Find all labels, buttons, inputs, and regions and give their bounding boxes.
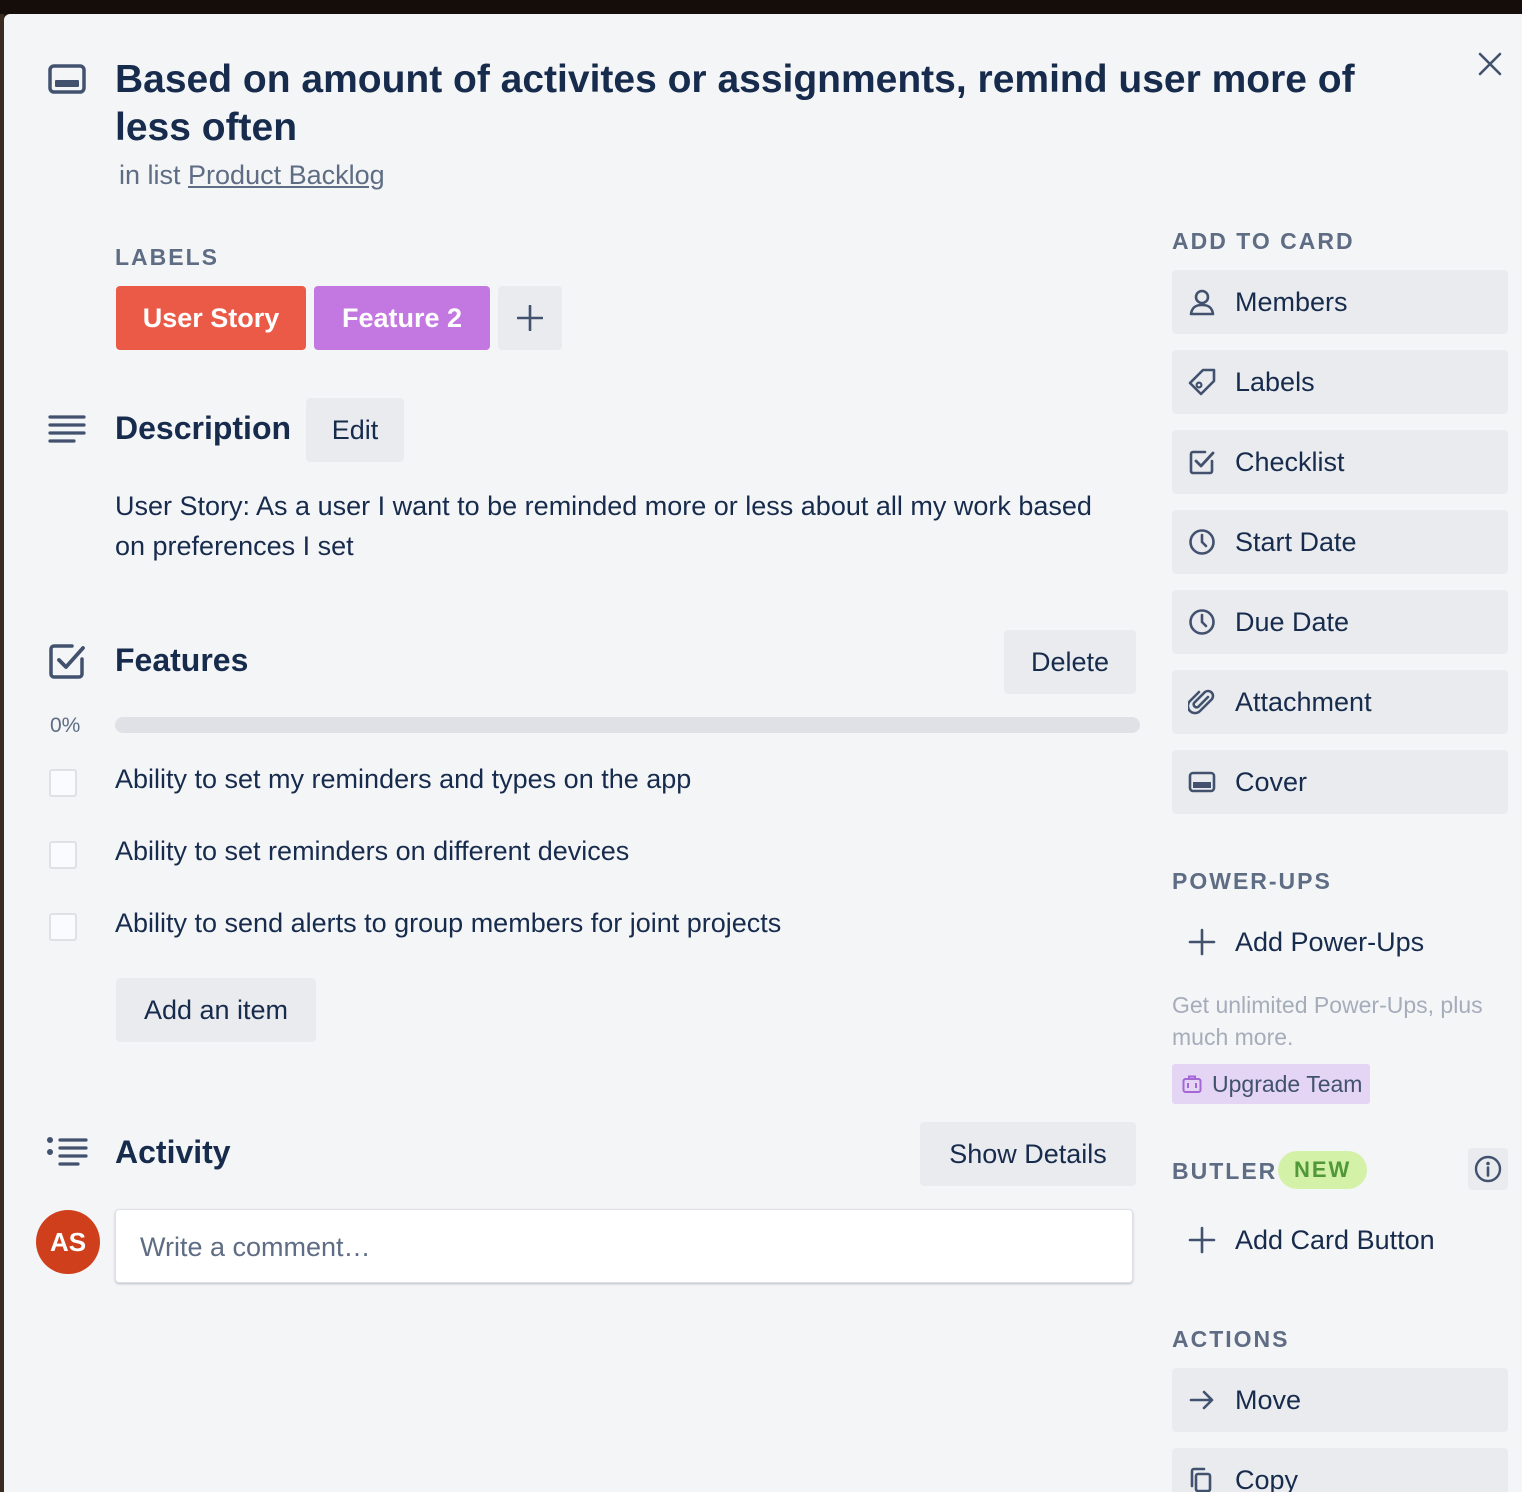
attachment-label: Attachment bbox=[1235, 687, 1372, 717]
list-breadcrumb: in list Product Backlog bbox=[119, 160, 385, 191]
tag-icon bbox=[1188, 368, 1216, 396]
list-link[interactable]: Product Backlog bbox=[188, 160, 385, 190]
checklist-button[interactable]: Checklist bbox=[1172, 430, 1508, 494]
person-icon bbox=[1188, 288, 1216, 316]
add-card-button-label: Add Card Button bbox=[1235, 1225, 1435, 1255]
power-ups-heading: POWER-UPS bbox=[1172, 868, 1332, 894]
labels-heading: LABELS bbox=[115, 244, 219, 270]
plus-icon bbox=[1188, 1226, 1216, 1254]
label-chip-feature-2[interactable]: Feature 2 bbox=[314, 286, 490, 350]
plus-icon bbox=[517, 305, 543, 331]
due-date-label: Due Date bbox=[1235, 607, 1350, 637]
checklist-item-text[interactable]: Ability to set reminders on different de… bbox=[115, 836, 629, 867]
labels-button[interactable]: Labels bbox=[1172, 350, 1508, 414]
activity-heading: Activity bbox=[115, 1134, 231, 1170]
in-list-prefix: in list bbox=[119, 160, 181, 190]
description-icon bbox=[48, 414, 86, 446]
edit-description-button[interactable]: Edit bbox=[306, 398, 404, 462]
add-power-ups-label: Add Power-Ups bbox=[1235, 927, 1425, 957]
add-checklist-item-button[interactable]: Add an item bbox=[116, 978, 316, 1042]
checklist-icon bbox=[1188, 448, 1216, 476]
checklist-progress-percent: 0% bbox=[50, 714, 81, 737]
comment-input[interactable]: Write a comment… bbox=[115, 1209, 1133, 1283]
clock-icon bbox=[1188, 528, 1216, 556]
briefcase-icon bbox=[1182, 1074, 1202, 1094]
clock-icon bbox=[1188, 608, 1216, 636]
checklist-item-checkbox[interactable] bbox=[49, 769, 77, 797]
card-detail-modal: Based on amount of activites or assignme… bbox=[4, 14, 1522, 1492]
checklist-item-checkbox[interactable] bbox=[49, 841, 77, 869]
activity-icon bbox=[46, 1136, 88, 1168]
card-title[interactable]: Based on amount of activites or assignme… bbox=[115, 56, 1425, 152]
labels-label: Labels bbox=[1235, 367, 1315, 397]
arrow-right-icon bbox=[1188, 1386, 1216, 1414]
new-badge: NEW bbox=[1278, 1151, 1368, 1189]
move-button[interactable]: Move bbox=[1172, 1368, 1508, 1432]
info-icon bbox=[1474, 1155, 1502, 1183]
delete-checklist-button[interactable]: Delete bbox=[1004, 630, 1136, 694]
attachment-button[interactable]: Attachment bbox=[1172, 670, 1508, 734]
add-label-button[interactable] bbox=[498, 286, 562, 350]
label-chip-user-story[interactable]: User Story bbox=[116, 286, 306, 350]
avatar[interactable]: AS bbox=[36, 1210, 100, 1274]
copy-button[interactable]: Copy bbox=[1172, 1448, 1508, 1492]
upgrade-team-label: Upgrade Team bbox=[1212, 1071, 1363, 1097]
add-card-button-button[interactable]: Add Card Button bbox=[1172, 1208, 1508, 1272]
add-to-card-heading: ADD TO CARD bbox=[1172, 228, 1355, 254]
move-label: Move bbox=[1235, 1385, 1302, 1415]
butler-info-button[interactable] bbox=[1468, 1148, 1508, 1190]
due-date-button[interactable]: Due Date bbox=[1172, 590, 1508, 654]
show-details-button[interactable]: Show Details bbox=[920, 1122, 1136, 1186]
start-date-label: Start Date bbox=[1235, 527, 1357, 557]
close-icon bbox=[1478, 52, 1502, 76]
checklist-label: Checklist bbox=[1235, 447, 1345, 477]
checklist-item-text[interactable]: Ability to send alerts to group members … bbox=[115, 908, 781, 939]
members-button[interactable]: Members bbox=[1172, 270, 1508, 334]
checklist-item-checkbox[interactable] bbox=[49, 913, 77, 941]
copy-label: Copy bbox=[1235, 1465, 1299, 1492]
power-ups-promo-text: Get unlimited Power-Ups, plus much more. bbox=[1172, 992, 1483, 1050]
paperclip-icon bbox=[1188, 688, 1216, 716]
cover-button[interactable]: Cover bbox=[1172, 750, 1508, 814]
card-cover-icon bbox=[1188, 768, 1216, 796]
cover-label: Cover bbox=[1235, 767, 1308, 797]
actions-heading: ACTIONS bbox=[1172, 1326, 1290, 1352]
plus-icon bbox=[1188, 928, 1216, 956]
upgrade-team-button[interactable]: Upgrade Team bbox=[1172, 1064, 1371, 1104]
card-icon bbox=[48, 64, 86, 94]
butler-heading: BUTLER bbox=[1172, 1158, 1278, 1184]
start-date-button[interactable]: Start Date bbox=[1172, 510, 1508, 574]
description-text[interactable]: User Story: As a user I want to be remin… bbox=[115, 486, 1115, 566]
checklist-item-text[interactable]: Ability to set my reminders and types on… bbox=[115, 764, 691, 795]
close-button[interactable] bbox=[1472, 46, 1508, 82]
description-heading: Description bbox=[115, 410, 292, 446]
members-label: Members bbox=[1235, 287, 1348, 317]
board-background-top bbox=[0, 0, 1522, 14]
copy-icon bbox=[1188, 1466, 1216, 1492]
checklist-heading: Features bbox=[115, 642, 249, 678]
checklist-icon bbox=[48, 642, 86, 680]
add-power-ups-button[interactable]: Add Power-Ups bbox=[1172, 910, 1508, 974]
checklist-progress-bar bbox=[115, 717, 1140, 733]
